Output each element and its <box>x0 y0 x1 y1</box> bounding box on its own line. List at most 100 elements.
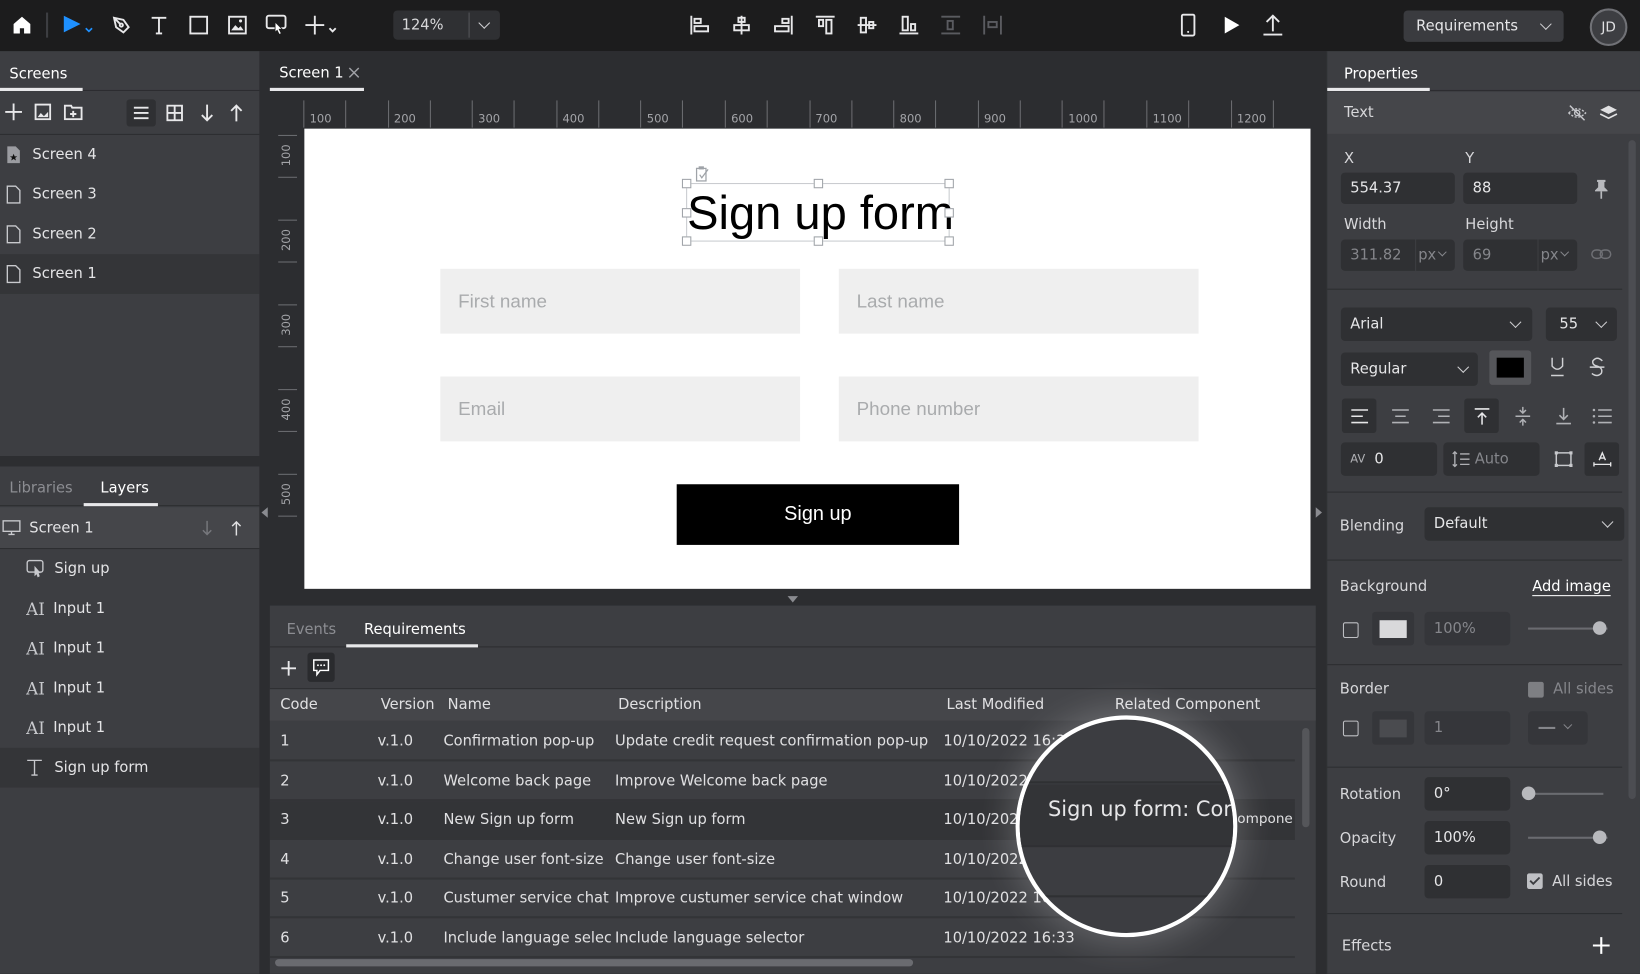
border-checkbox[interactable] <box>1342 720 1359 737</box>
round-all-sides-checkbox[interactable] <box>1527 873 1543 890</box>
text-tool-button[interactable] <box>144 8 173 41</box>
tab-layers[interactable]: Layers <box>100 480 148 497</box>
screen-list-item-selected[interactable]: Screen 1 <box>0 254 260 294</box>
layer-item[interactable]: AI Input 1 <box>0 708 259 748</box>
mode-select[interactable]: Requirements <box>1403 10 1564 42</box>
resize-handle[interactable] <box>681 208 692 218</box>
resize-handle[interactable] <box>681 236 692 246</box>
bullet-list-button[interactable] <box>1585 398 1620 433</box>
add-screen-button[interactable] <box>2 100 25 123</box>
tab-screens[interactable]: Screens <box>9 66 67 83</box>
valign-top-button[interactable] <box>1464 398 1499 434</box>
sign-up-button[interactable]: Sign up <box>676 484 960 545</box>
close-icon[interactable] <box>348 67 360 79</box>
resize-handle[interactable] <box>813 236 824 246</box>
align-text-right-button[interactable] <box>1423 398 1458 433</box>
column-header[interactable]: Last Modified <box>947 689 1045 720</box>
background-opacity-input[interactable]: 100% <box>1424 611 1511 646</box>
height-unit-select[interactable]: px <box>1541 240 1559 271</box>
background-color-swatch[interactable] <box>1372 611 1415 646</box>
pen-tool-button[interactable] <box>107 8 136 41</box>
valign-bottom-button[interactable] <box>1546 398 1581 433</box>
line-height-input[interactable]: Auto <box>1443 442 1540 476</box>
tab-properties[interactable]: Properties <box>1344 66 1418 83</box>
text-color-swatch[interactable] <box>1489 350 1532 385</box>
width-unit-select[interactable]: px <box>1418 240 1436 271</box>
border-color-swatch[interactable] <box>1372 711 1415 745</box>
valign-middle-button[interactable] <box>1505 398 1540 433</box>
width-input[interactable]: 311.82 px <box>1340 239 1455 271</box>
layer-item[interactable]: AI Input 1 <box>0 589 259 629</box>
layer-item[interactable]: Sign up <box>0 549 259 589</box>
underline-icon[interactable] <box>1549 357 1566 378</box>
y-input[interactable]: 88 <box>1463 172 1578 204</box>
corner-radius-input[interactable]: 0 <box>1424 864 1511 899</box>
column-header[interactable]: Name <box>448 689 491 720</box>
link-icon[interactable] <box>1591 248 1612 261</box>
selected-title-element[interactable]: Sign up form <box>681 166 954 246</box>
font-family-select[interactable]: Arial <box>1340 307 1533 341</box>
column-header[interactable]: Code <box>280 689 317 720</box>
border-all-sides-checkbox[interactable] <box>1528 681 1544 698</box>
font-size-select[interactable]: 55 <box>1545 307 1617 341</box>
height-input[interactable]: 69 px <box>1463 239 1578 271</box>
align-right-button[interactable] <box>770 8 797 41</box>
layers-icon[interactable] <box>1599 104 1618 123</box>
properties-scrollbar[interactable] <box>1628 140 1636 800</box>
x-input[interactable]: 554.37 <box>1340 172 1455 204</box>
rectangle-tool-button[interactable] <box>184 8 213 41</box>
image-tool-button[interactable] <box>223 8 252 41</box>
resize-handle[interactable] <box>944 236 954 246</box>
distribute-horizontal-button[interactable] <box>979 8 1006 41</box>
align-top-button[interactable] <box>812 8 839 41</box>
rotation-knob[interactable] <box>1521 786 1536 801</box>
layer-item[interactable]: AI Input 1 <box>0 668 259 708</box>
distribute-vertical-button[interactable] <box>937 8 964 41</box>
background-checkbox[interactable] <box>1342 622 1359 638</box>
collapse-right-icon[interactable] <box>1315 506 1323 519</box>
font-weight-select[interactable]: Regular <box>1340 352 1478 386</box>
pin-icon[interactable] <box>1593 179 1610 200</box>
add-effect-icon[interactable] <box>1592 936 1611 955</box>
user-avatar[interactable]: JD <box>1589 8 1628 47</box>
column-header[interactable]: Description <box>618 689 701 720</box>
align-left-button[interactable] <box>686 8 713 41</box>
email-input[interactable]: Email <box>440 376 801 442</box>
visibility-off-icon[interactable] <box>1567 104 1588 123</box>
play-button[interactable] <box>1217 8 1244 41</box>
border-style-select[interactable] <box>1528 711 1588 745</box>
add-image-link[interactable]: Add image <box>1532 578 1611 597</box>
comment-button[interactable] <box>307 652 335 682</box>
screen-list-item[interactable]: Screen 3 <box>0 175 259 215</box>
publish-button[interactable] <box>1259 8 1286 41</box>
auto-width-button[interactable] <box>1584 442 1620 476</box>
device-preview-button[interactable] <box>1176 8 1201 41</box>
add-image-screen-button[interactable] <box>31 100 54 123</box>
collapse-left-icon[interactable] <box>260 506 268 519</box>
align-text-center-button[interactable] <box>1383 398 1418 433</box>
zoom-select[interactable]: 124% <box>393 10 500 40</box>
select-tool-button[interactable] <box>59 8 99 41</box>
column-header[interactable]: Version <box>381 689 435 720</box>
add-requirement-button[interactable] <box>278 656 299 681</box>
move-up-button[interactable] <box>225 99 248 126</box>
list-view-button[interactable] <box>126 99 156 127</box>
add-folder-button[interactable] <box>62 100 85 123</box>
phone-input[interactable]: Phone number <box>838 376 1199 442</box>
resize-handle[interactable] <box>681 178 692 189</box>
add-widget-button[interactable] <box>301 8 343 41</box>
resize-handle[interactable] <box>944 208 954 218</box>
letter-spacing-input[interactable]: AV 0 <box>1340 442 1438 476</box>
resize-handle[interactable] <box>813 178 824 189</box>
layer-item[interactable]: AI Input 1 <box>0 629 259 669</box>
align-middle-button[interactable] <box>853 8 880 41</box>
table-vertical-scrollbar[interactable] <box>1302 727 1310 828</box>
fixed-size-button[interactable] <box>1546 442 1581 475</box>
screen-list-item[interactable]: Screen 2 <box>0 214 259 254</box>
document-tab[interactable]: Screen 1 <box>269 51 364 91</box>
blending-select[interactable]: Default <box>1424 507 1625 541</box>
home-button[interactable] <box>6 8 37 41</box>
tab-requirements[interactable]: Requirements <box>364 621 466 638</box>
screen-list-item[interactable]: Screen 4 <box>0 135 259 175</box>
last-name-input[interactable]: Last name <box>838 268 1199 334</box>
